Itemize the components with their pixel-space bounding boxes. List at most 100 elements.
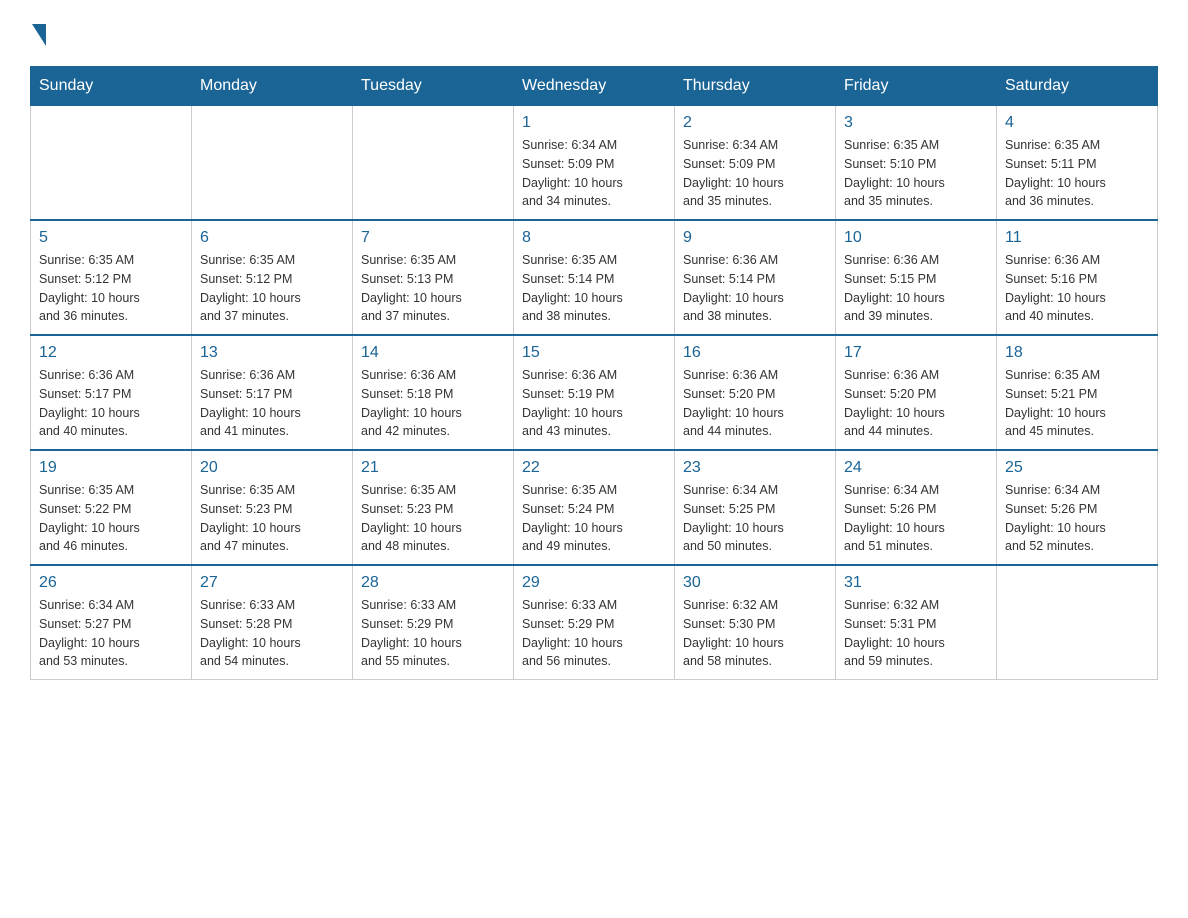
calendar-cell (31, 106, 192, 221)
day-number: 19 (39, 459, 183, 477)
calendar-header-row: SundayMondayTuesdayWednesdayThursdayFrid… (31, 67, 1158, 106)
day-number: 1 (522, 114, 666, 132)
day-number: 7 (361, 229, 505, 247)
calendar-cell: 23 Sunrise: 6:34 AM Sunset: 5:25 PM Dayli… (675, 450, 836, 565)
calendar-cell: 25Sunrise: 6:34 AM Sunset: 5:26 PM Dayli… (997, 450, 1158, 565)
calendar-cell: 7 Sunrise: 6:35 AM Sunset: 5:13 PM Daylig… (353, 220, 514, 335)
day-number: 11 (1005, 229, 1149, 247)
day-number: 21 (361, 459, 505, 477)
calendar-cell: 17 Sunrise: 6:36 AM Sunset: 5:20 PM Dayli… (836, 335, 997, 450)
calendar-cell: 12 Sunrise: 6:36 AM Sunset: 5:17 PM Dayli… (31, 335, 192, 450)
day-number: 24 (844, 459, 988, 477)
calendar-cell: 30Sunrise: 6:32 AM Sunset: 5:30 PM Dayli… (675, 565, 836, 680)
calendar-cell (353, 106, 514, 221)
calendar-cell: 19 Sunrise: 6:35 AM Sunset: 5:22 PM Dayli… (31, 450, 192, 565)
day-header-thursday: Thursday (675, 67, 836, 106)
day-info: Sunrise: 6:34 AM Sunset: 5:09 PM Dayligh… (522, 136, 666, 211)
day-info: Sunrise: 6:35 AM Sunset: 5:12 PM Dayligh… (200, 251, 344, 326)
day-number: 25 (1005, 459, 1149, 477)
calendar-cell: 21 Sunrise: 6:35 AM Sunset: 5:23 PM Dayli… (353, 450, 514, 565)
calendar-cell: 16Sunrise: 6:36 AM Sunset: 5:20 PM Dayli… (675, 335, 836, 450)
calendar-cell: 13 Sunrise: 6:36 AM Sunset: 5:17 PM Dayli… (192, 335, 353, 450)
calendar-cell: 5 Sunrise: 6:35 AM Sunset: 5:12 PM Daylig… (31, 220, 192, 335)
day-number: 13 (200, 344, 344, 362)
calendar-cell: 3 Sunrise: 6:35 AM Sunset: 5:10 PM Daylig… (836, 106, 997, 221)
day-info: Sunrise: 6:33 AM Sunset: 5:28 PM Dayligh… (200, 596, 344, 671)
day-info: Sunrise: 6:36 AM Sunset: 5:17 PM Dayligh… (39, 366, 183, 441)
day-info: Sunrise: 6:35 AM Sunset: 5:23 PM Dayligh… (361, 481, 505, 556)
day-info: Sunrise: 6:35 AM Sunset: 5:12 PM Dayligh… (39, 251, 183, 326)
calendar-cell: 26Sunrise: 6:34 AM Sunset: 5:27 PM Dayli… (31, 565, 192, 680)
day-number: 15 (522, 344, 666, 362)
day-header-tuesday: Tuesday (353, 67, 514, 106)
calendar-cell: 28 Sunrise: 6:33 AM Sunset: 5:29 PM Dayli… (353, 565, 514, 680)
calendar-cell: 22 Sunrise: 6:35 AM Sunset: 5:24 PM Dayli… (514, 450, 675, 565)
calendar-cell: 11 Sunrise: 6:36 AM Sunset: 5:16 PM Dayli… (997, 220, 1158, 335)
day-info: Sunrise: 6:36 AM Sunset: 5:17 PM Dayligh… (200, 366, 344, 441)
day-info: Sunrise: 6:35 AM Sunset: 5:14 PM Dayligh… (522, 251, 666, 326)
day-info: Sunrise: 6:35 AM Sunset: 5:21 PM Dayligh… (1005, 366, 1149, 441)
day-number: 22 (522, 459, 666, 477)
calendar-cell: 4 Sunrise: 6:35 AM Sunset: 5:11 PM Daylig… (997, 106, 1158, 221)
day-header-wednesday: Wednesday (514, 67, 675, 106)
day-info: Sunrise: 6:34 AM Sunset: 5:25 PM Dayligh… (683, 481, 827, 556)
day-info: Sunrise: 6:35 AM Sunset: 5:10 PM Dayligh… (844, 136, 988, 211)
day-number: 4 (1005, 114, 1149, 132)
day-info: Sunrise: 6:36 AM Sunset: 5:14 PM Dayligh… (683, 251, 827, 326)
day-info: Sunrise: 6:36 AM Sunset: 5:20 PM Dayligh… (844, 366, 988, 441)
calendar-cell: 15 Sunrise: 6:36 AM Sunset: 5:19 PM Dayli… (514, 335, 675, 450)
day-number: 14 (361, 344, 505, 362)
day-number: 17 (844, 344, 988, 362)
page-header (30, 20, 1158, 46)
day-info: Sunrise: 6:35 AM Sunset: 5:24 PM Dayligh… (522, 481, 666, 556)
day-number: 10 (844, 229, 988, 247)
day-number: 9 (683, 229, 827, 247)
day-info: Sunrise: 6:33 AM Sunset: 5:29 PM Dayligh… (361, 596, 505, 671)
day-number: 29 (522, 574, 666, 592)
day-number: 26 (39, 574, 183, 592)
day-number: 3 (844, 114, 988, 132)
day-info: Sunrise: 6:35 AM Sunset: 5:22 PM Dayligh… (39, 481, 183, 556)
logo-triangle-icon (32, 24, 46, 46)
calendar-cell: 24 Sunrise: 6:34 AM Sunset: 5:26 PM Dayli… (836, 450, 997, 565)
calendar-cell: 20Sunrise: 6:35 AM Sunset: 5:23 PM Dayli… (192, 450, 353, 565)
logo (30, 20, 46, 46)
day-number: 30 (683, 574, 827, 592)
day-info: Sunrise: 6:36 AM Sunset: 5:19 PM Dayligh… (522, 366, 666, 441)
calendar-table: SundayMondayTuesdayWednesdayThursdayFrid… (30, 66, 1158, 680)
day-number: 31 (844, 574, 988, 592)
day-info: Sunrise: 6:34 AM Sunset: 5:26 PM Dayligh… (844, 481, 988, 556)
calendar-cell: 8 Sunrise: 6:35 AM Sunset: 5:14 PM Daylig… (514, 220, 675, 335)
day-number: 8 (522, 229, 666, 247)
day-info: Sunrise: 6:32 AM Sunset: 5:31 PM Dayligh… (844, 596, 988, 671)
calendar-week-row: 1 Sunrise: 6:34 AM Sunset: 5:09 PM Daylig… (31, 106, 1158, 221)
day-info: Sunrise: 6:36 AM Sunset: 5:15 PM Dayligh… (844, 251, 988, 326)
calendar-cell: 1 Sunrise: 6:34 AM Sunset: 5:09 PM Daylig… (514, 106, 675, 221)
day-number: 5 (39, 229, 183, 247)
day-info: Sunrise: 6:35 AM Sunset: 5:13 PM Dayligh… (361, 251, 505, 326)
calendar-cell: 2 Sunrise: 6:34 AM Sunset: 5:09 PM Daylig… (675, 106, 836, 221)
day-number: 23 (683, 459, 827, 477)
day-number: 18 (1005, 344, 1149, 362)
day-number: 16 (683, 344, 827, 362)
calendar-cell: 27 Sunrise: 6:33 AM Sunset: 5:28 PM Dayli… (192, 565, 353, 680)
day-number: 27 (200, 574, 344, 592)
day-number: 12 (39, 344, 183, 362)
day-header-sunday: Sunday (31, 67, 192, 106)
day-number: 2 (683, 114, 827, 132)
calendar-week-row: 12 Sunrise: 6:36 AM Sunset: 5:17 PM Dayli… (31, 335, 1158, 450)
day-info: Sunrise: 6:34 AM Sunset: 5:09 PM Dayligh… (683, 136, 827, 211)
day-info: Sunrise: 6:33 AM Sunset: 5:29 PM Dayligh… (522, 596, 666, 671)
day-header-friday: Friday (836, 67, 997, 106)
day-header-monday: Monday (192, 67, 353, 106)
calendar-cell: 31 Sunrise: 6:32 AM Sunset: 5:31 PM Dayli… (836, 565, 997, 680)
calendar-cell: 18 Sunrise: 6:35 AM Sunset: 5:21 PM Dayli… (997, 335, 1158, 450)
day-number: 6 (200, 229, 344, 247)
calendar-cell: 9 Sunrise: 6:36 AM Sunset: 5:14 PM Daylig… (675, 220, 836, 335)
day-info: Sunrise: 6:35 AM Sunset: 5:23 PM Dayligh… (200, 481, 344, 556)
day-info: Sunrise: 6:35 AM Sunset: 5:11 PM Dayligh… (1005, 136, 1149, 211)
day-number: 28 (361, 574, 505, 592)
calendar-cell (997, 565, 1158, 680)
day-info: Sunrise: 6:36 AM Sunset: 5:16 PM Dayligh… (1005, 251, 1149, 326)
calendar-week-row: 26Sunrise: 6:34 AM Sunset: 5:27 PM Dayli… (31, 565, 1158, 680)
